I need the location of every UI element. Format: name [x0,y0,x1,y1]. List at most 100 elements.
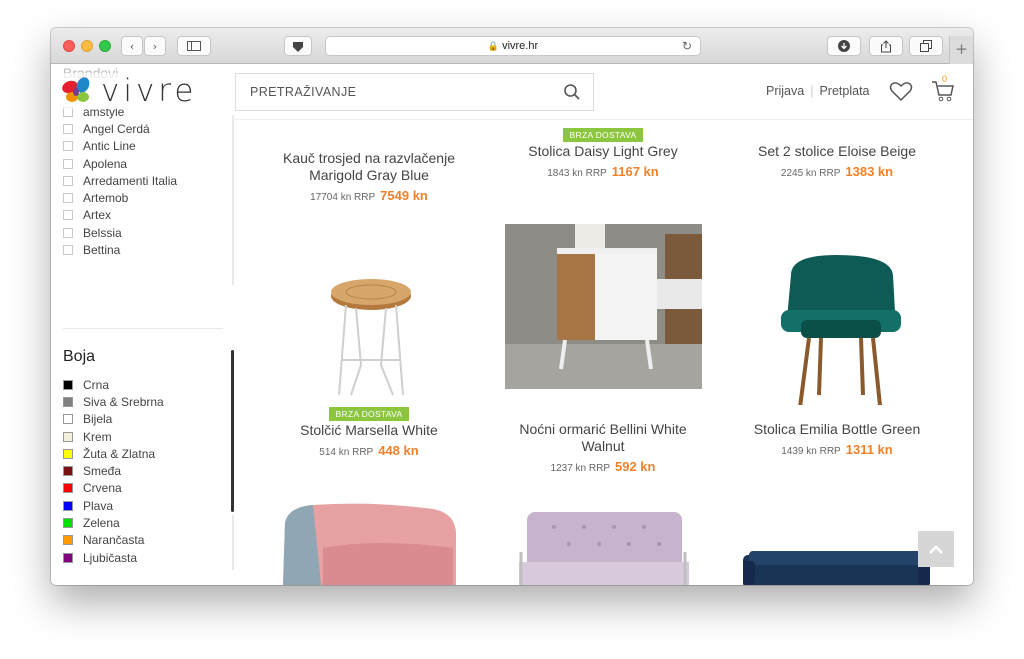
product-image-nightstand[interactable] [505,224,702,389]
product-card[interactable]: Noćni ormarić Bellini White Walnut 1237 … [503,421,703,474]
forward-button[interactable]: › [144,36,166,56]
rrp-price: 17704 kn RRP [310,192,376,203]
share-button[interactable] [869,36,903,56]
checkbox[interactable] [63,227,73,238]
color-swatch[interactable] [63,535,73,546]
fast-delivery-badge: BRZA DOSTAVA [328,407,410,421]
brand-label: Artemob [83,191,129,206]
search-bar[interactable] [235,73,594,111]
color-filter-item[interactable]: Bijela [63,411,164,428]
product-card[interactable]: BRZA DOSTAVA Stolica Daisy Light Grey 18… [503,125,703,179]
fast-delivery-badge: BRZA DOSTAVA [562,128,644,142]
color-swatch[interactable] [63,518,73,529]
product-card[interactable]: Stolica Emilia Bottle Green 1439 kn RRP 1… [737,421,937,457]
color-filter-item[interactable]: Smeđa [63,462,164,479]
brand-filter-item[interactable]: Apolena [63,155,177,172]
checkbox[interactable] [63,141,73,152]
brand-filter-item[interactable]: Arredamenti Italia [63,172,177,189]
lock-icon: 🔒 [487,40,500,51]
brand-label: Apolena [83,156,128,171]
checkbox[interactable] [63,158,73,169]
url-text: vivre.hr [502,40,539,52]
brand-filter-item[interactable]: Bettina [63,241,177,258]
back-to-top-button[interactable] [918,531,954,567]
downloads-button[interactable] [827,36,861,56]
page-content: Brandovi amstyle Angel Cerdá Antic Line … [51,65,973,585]
close-window-button[interactable] [63,40,75,52]
product-image-green-chair[interactable] [781,255,911,405]
brand-filter-item[interactable]: Artex [63,207,177,224]
color-label: Plava [83,498,114,513]
login-link[interactable]: Prijava [766,84,804,98]
product-card[interactable]: Set 2 stolice Eloise Beige 2245 kn RRP 13… [737,125,937,179]
checkbox[interactable] [63,123,73,134]
tabs-overview-button[interactable] [909,36,943,56]
product-image-pink-armchair[interactable] [283,503,458,585]
search-input[interactable] [250,85,550,99]
color-filter-item[interactable]: Žuta & Zlatna [63,445,164,462]
sale-price: 448 kn [378,443,419,458]
color-swatch[interactable] [63,414,73,425]
color-filter-item[interactable]: Zelena [63,514,164,531]
chevron-left-icon: ‹ [129,39,135,53]
color-filter-item[interactable]: Crna [63,376,164,393]
header-divider [233,119,973,120]
product-name[interactable]: Set 2 stolice Eloise Beige [737,143,937,160]
color-swatch[interactable] [63,396,73,407]
product-name[interactable]: Stolica Daisy Light Grey [503,143,703,160]
product-image-stool[interactable] [311,255,431,405]
address-bar[interactable]: 🔒 vivre.hr ↻ [325,36,701,56]
color-filter-item[interactable]: Krem [63,428,164,445]
sale-price: 1167 kn [611,164,659,179]
color-swatch[interactable] [63,466,73,477]
brand-filter-item[interactable]: Artemob [63,189,177,206]
color-swatch[interactable] [63,483,73,494]
fullscreen-window-button[interactable] [99,40,111,52]
color-swatch[interactable] [63,431,73,442]
sidebar-scrollbar-thumb[interactable] [231,350,234,512]
back-button[interactable]: ‹ [121,36,143,56]
color-swatch[interactable] [63,500,73,511]
checkbox[interactable] [63,175,73,186]
sale-price: 1311 kn [845,442,893,457]
checkbox[interactable] [63,193,73,204]
color-filter-item[interactable]: Narančasta [63,532,164,549]
badge-wrap: BRZA DOSTAVA [269,404,469,422]
color-filter-item[interactable]: Plava [63,497,164,514]
checkbox[interactable] [63,210,73,221]
new-tab-plus-icon[interactable]: + [949,36,973,64]
color-filter-heading: Boja [63,348,96,365]
brand-filter-item[interactable]: Antic Line [63,138,177,155]
reload-icon[interactable]: ↻ [682,39,692,53]
shield-icon [293,41,303,52]
shield-extension-button[interactable] [284,36,312,56]
brand-filter-item[interactable]: Angel Cerdá [63,120,177,137]
color-swatch[interactable] [63,448,73,459]
brand-filter-item[interactable]: Belssia [63,224,177,241]
product-name[interactable]: Kauč trosjed na razvlačenje Marigold Gra… [269,150,469,184]
color-swatch[interactable] [63,552,73,563]
product-card[interactable]: BRZA DOSTAVA Stolčić Marsella White 514 … [269,404,469,458]
product-prices: 17704 kn RRP 7549 kn [269,188,469,203]
product-image-blue-sofa[interactable] [743,551,930,585]
search-icon[interactable] [563,83,581,101]
subscribe-link[interactable]: Pretplata [819,84,869,98]
product-card[interactable]: Kauč trosjed na razvlačenje Marigold Gra… [269,133,469,203]
heart-icon[interactable] [889,80,913,102]
product-name[interactable]: Stolčić Marsella White [269,422,469,439]
vivre-logo[interactable]: vivre [61,73,198,109]
sidebar-toggle-button[interactable] [177,36,211,56]
checkbox[interactable] [63,245,73,256]
product-image-tufted-chair[interactable] [519,512,689,585]
color-filter-item[interactable]: Ljubičasta [63,549,164,566]
color-filter-item[interactable]: Crvena [63,480,164,497]
minimize-window-button[interactable] [81,40,93,52]
color-swatch[interactable] [63,379,73,390]
brand-label: Bettina [83,243,121,258]
color-filter-item[interactable]: Siva & Srebrna [63,393,164,410]
browser-titlebar: ‹ › 🔒 vivre.hr ↻ + [51,28,973,64]
product-name[interactable]: Noćni ormarić Bellini White Walnut [503,421,703,455]
product-prices: 1237 kn RRP 592 kn [503,459,703,474]
chevron-right-icon: › [152,39,158,53]
product-name[interactable]: Stolica Emilia Bottle Green [737,421,937,438]
